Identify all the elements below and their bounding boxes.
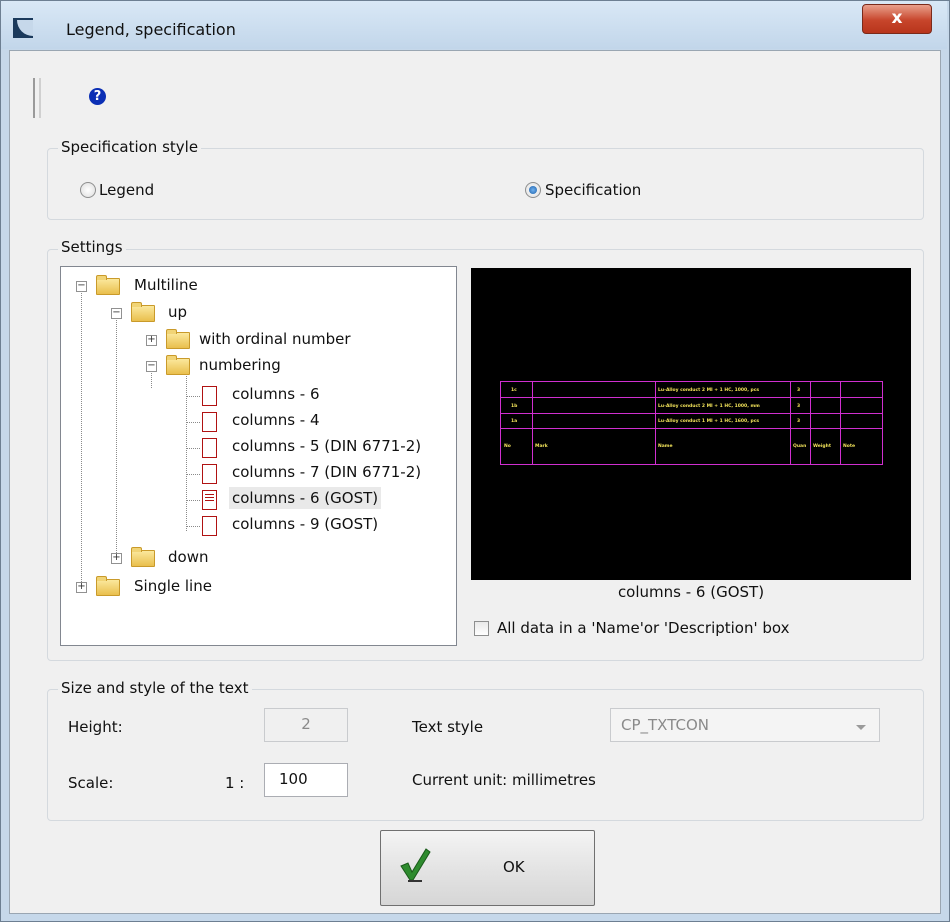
tree-collapse-multiline[interactable]: − [76,281,87,292]
tree-item-numbering[interactable]: numbering [199,354,281,376]
toolbar-grip[interactable] [33,78,41,118]
preview-header-no: No [504,444,511,449]
scale-label: Scale: [68,774,114,792]
specification-radio-label[interactable]: Specification [545,181,641,199]
document-icon [202,438,217,458]
legend-radio-label[interactable]: Legend [99,181,154,199]
preview-row-1-qty: 3 [797,388,801,393]
preview-row-2-name: Lu-Alloy conduct 2 MI + 1 HC, 1000, mm [658,404,760,409]
tree-expand-down[interactable]: + [111,553,122,564]
preview-spec-table: 1c Lu-Alloy conduct 2 MI + 1 HC, 1000, p… [500,381,883,465]
specification-radio[interactable] [525,182,541,198]
tree-item-columns-7-din[interactable]: columns - 7 (DIN 6771-2) [232,461,421,483]
preview-row-1-no: 1c [511,388,517,393]
spec-style-group [47,148,924,220]
height-input[interactable]: 2 [264,708,348,742]
preview-caption: columns - 6 (GOST) [617,583,765,601]
chevron-down-icon[interactable] [856,725,866,730]
tree-item-single-line[interactable]: Single line [134,575,212,597]
preview-row-1-name: Lu-Alloy conduct 2 MI + 1 HC, 1000, pcs [658,388,760,393]
preview-row-2-no: 1b [511,404,518,409]
tree-item-columns-6[interactable]: columns - 6 [232,383,320,405]
scale-input[interactable]: 100 [264,763,348,797]
tree-expand-with-ordinal-number[interactable]: + [146,335,157,346]
tree-item-multiline[interactable]: Multiline [134,274,198,296]
tree-item-down[interactable]: down [168,546,208,568]
check-icon [400,848,431,882]
preview-header-weight: Weight [813,444,831,449]
folder-icon [96,275,120,295]
folder-icon [131,302,155,322]
document-lines-icon [202,490,217,510]
tree-item-columns-4[interactable]: columns - 4 [232,409,320,431]
all-data-checkbox-label[interactable]: All data in a 'Name'or 'Description' box [497,619,790,637]
app-icon [13,18,33,38]
text-style-select[interactable]: CP_TXTCON [610,708,880,742]
document-icon [202,464,217,484]
tree-item-with-ordinal-number[interactable]: with ordinal number [199,328,351,350]
settings-tree[interactable]: − Multiline − up + with ordinal number −… [60,266,457,646]
preview-row-2-qty: 3 [797,404,801,409]
preview-row-3-name: Lu-Alloy conduct 1 MI + 1 HC, 1600, pcs [658,419,760,424]
preview-header-note: Note [843,444,856,449]
help-icon[interactable]: ? [89,88,106,105]
preview-header-name: Name [658,444,673,449]
folder-icon [166,329,190,349]
preview-header-qty: Quan [793,444,807,449]
document-icon [202,516,217,536]
close-button[interactable]: x [862,4,932,34]
window-title: Legend, specification [66,20,236,39]
text-style-label: Text style [412,718,484,736]
preview-row-3-no: 1a [511,419,518,424]
tree-expand-single-line[interactable]: + [76,582,87,593]
scale-prefix: 1 : [225,774,245,792]
folder-icon [166,355,190,375]
tree-collapse-up[interactable]: − [111,308,122,319]
ok-button-label[interactable]: OK [503,858,525,876]
tree-item-up[interactable]: up [168,301,187,323]
tree-item-columns-9-gost[interactable]: columns - 9 (GOST) [232,513,378,535]
all-data-checkbox[interactable] [474,621,489,636]
document-icon [202,386,217,406]
text-style-group-title: Size and style of the text [58,679,252,697]
settings-group-title: Settings [58,238,126,256]
folder-icon [131,547,155,567]
spec-style-group-title: Specification style [58,138,202,156]
tree-item-columns-5-din[interactable]: columns - 5 (DIN 6771-2) [232,435,421,457]
tree-collapse-numbering[interactable]: − [146,361,157,372]
preview-header-mark: Mark [535,444,548,449]
folder-icon [96,576,120,596]
document-icon [202,412,217,432]
tree-item-columns-6-gost[interactable]: columns - 6 (GOST) [229,487,382,509]
current-unit-label: Current unit: millimetres [412,771,596,789]
preview-row-3-qty: 3 [797,419,801,424]
legend-radio[interactable] [80,182,96,198]
height-label: Height: [68,718,123,736]
